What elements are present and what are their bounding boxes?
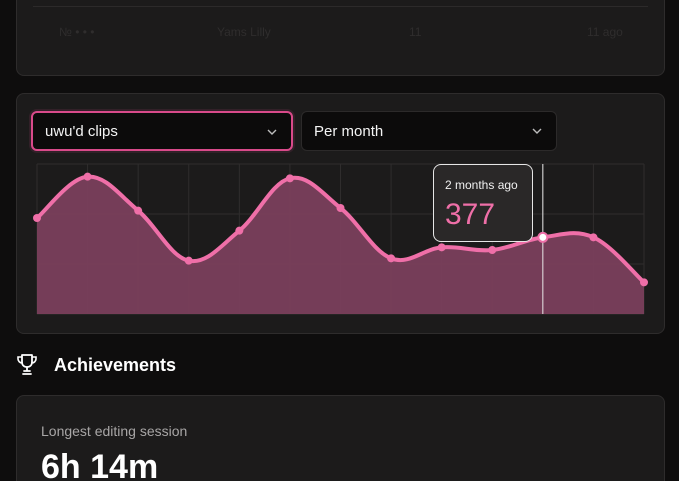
chart-point[interactable] (235, 226, 244, 235)
longest-session-value: 6h 14m (41, 448, 159, 481)
longest-session-label: Longest editing session (41, 423, 188, 439)
clip-type-select[interactable]: uwu'd clips (31, 111, 293, 151)
chart-point[interactable] (437, 243, 446, 252)
chart-point[interactable] (184, 256, 193, 265)
period-select-value: Per month (314, 122, 384, 140)
achievements-header: Achievements (16, 350, 176, 380)
longest-session-card: Longest editing session 6h 14m (16, 395, 665, 481)
period-select[interactable]: Per month (301, 111, 557, 151)
chart-point[interactable] (640, 278, 648, 287)
clips-area-chart[interactable] (33, 163, 648, 315)
chevron-down-icon (267, 129, 277, 135)
table-divider (33, 6, 648, 7)
chart-point[interactable] (387, 254, 396, 263)
table-cell: 11 ago (587, 25, 623, 39)
table-cell: № • • • (59, 25, 95, 39)
chart-point[interactable] (336, 204, 345, 212)
tooltip-value: 377 (445, 198, 496, 231)
chart-point[interactable] (33, 214, 41, 222)
trophy-icon (17, 354, 37, 375)
chart-point-highlighted[interactable] (537, 231, 549, 243)
clip-type-select-value: uwu'd clips (45, 122, 118, 140)
chart-point[interactable] (134, 206, 143, 215)
chart-point[interactable] (589, 233, 598, 242)
chart-point[interactable] (488, 246, 497, 254)
recent-clips-card: № • • • Yams Lilly 11 11 ago (16, 0, 665, 76)
chart-point[interactable] (285, 174, 294, 183)
stats-chart-card: uwu'd clips Per month 2 months ago 377 (16, 93, 665, 334)
chart-point[interactable] (83, 172, 92, 181)
tooltip-label: 2 months ago (445, 178, 518, 192)
table-cell: Yams Lilly (217, 25, 271, 39)
chart-tooltip: 2 months ago 377 (433, 164, 533, 242)
table-cell: 11 (409, 25, 422, 39)
achievements-title: Achievements (54, 354, 177, 375)
chevron-down-icon (532, 128, 542, 134)
